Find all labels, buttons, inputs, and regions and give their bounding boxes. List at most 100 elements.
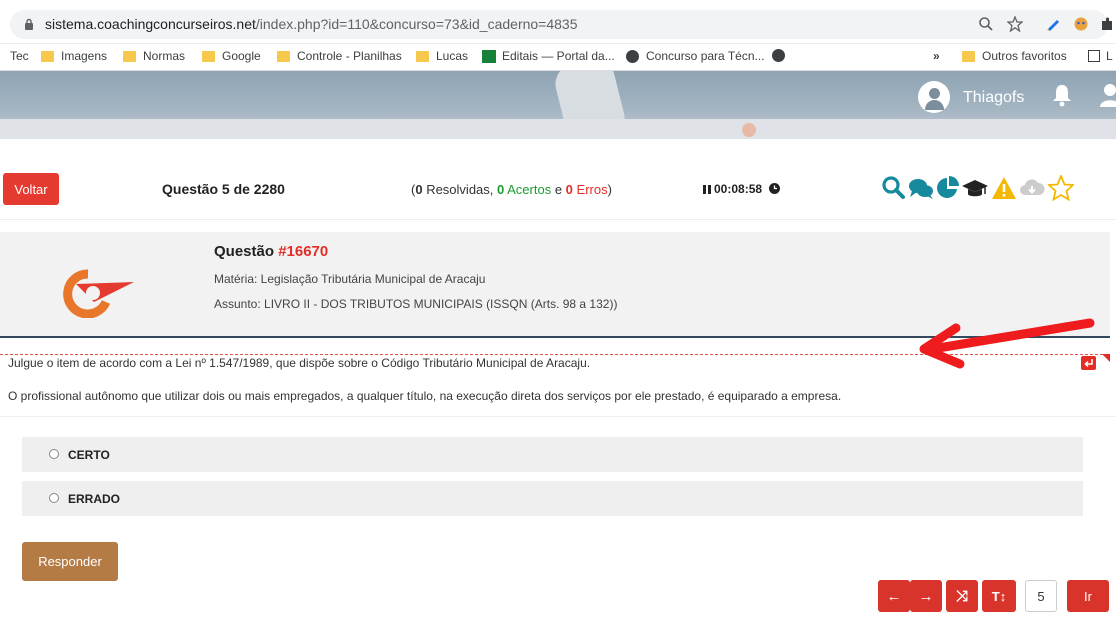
globe-icon	[772, 49, 785, 62]
folder-icon	[962, 50, 975, 62]
folder-icon	[416, 50, 429, 62]
pen-extension-icon[interactable]	[1045, 16, 1061, 32]
shuffle-button[interactable]: ⤨	[946, 580, 978, 612]
question-number: #16670	[278, 243, 329, 260]
red-arrow-annotation	[919, 318, 1095, 369]
bookmark-item[interactable]: Concurso para Técn...	[626, 49, 765, 63]
font-size-button[interactable]: T↕	[982, 580, 1016, 612]
avatar-head	[929, 88, 940, 99]
question-toolbar: Voltar Questão 5 de 2280 (0 Resolvidas, …	[0, 139, 1116, 220]
search-icon[interactable]	[881, 175, 907, 201]
bookmark-label: Lucas	[436, 49, 469, 63]
bell-icon[interactable]	[1051, 83, 1073, 107]
timer[interactable]: 00:08:58	[703, 182, 781, 196]
bookmark-item[interactable]: Tec	[10, 49, 29, 63]
browser-address-bar: sistema.coachingconcurseiros.net/index.p…	[0, 0, 1116, 44]
radio-button[interactable]	[49, 449, 59, 459]
bookmark-item[interactable]: Lucas	[416, 49, 468, 63]
bookmark-item[interactable]	[772, 49, 792, 62]
stats-paren: )	[607, 182, 612, 197]
bookmark-label: Concurso para Técn...	[646, 49, 765, 63]
error-label: Erros	[572, 182, 608, 197]
back-button[interactable]: Voltar	[3, 173, 59, 205]
user-icon[interactable]	[1100, 83, 1116, 107]
editais-icon	[482, 49, 496, 63]
question-topic: Assunto: LIVRO II - DOS TRIBUTOS MUNICIP…	[214, 297, 618, 311]
bookmark-star-icon[interactable]	[1007, 16, 1023, 32]
header-decoration	[742, 123, 756, 137]
logo	[63, 269, 134, 318]
bookmark-label: Tec	[10, 49, 29, 63]
timer-value: 00:08:58	[714, 182, 763, 196]
question-counter: Questão 5 de 2280	[162, 181, 285, 197]
url-field[interactable]: sistema.coachingconcurseiros.net/index.p…	[10, 10, 1112, 39]
bookmark-item[interactable]: Google	[202, 49, 261, 63]
url-text: sistema.coachingconcurseiros.net/index.p…	[45, 16, 578, 32]
option-errado[interactable]: ERRADO	[22, 481, 1083, 516]
question-subject: Matéria: Legislação Tributária Municipal…	[214, 272, 486, 286]
radio-button[interactable]	[49, 493, 59, 503]
resolved-label: Resolvidas,	[422, 182, 497, 197]
other-favorites[interactable]: Outros favoritos	[962, 49, 1067, 63]
graduation-cap-icon[interactable]	[962, 175, 988, 201]
folder-icon	[123, 50, 136, 62]
bookmark-item[interactable]: Editais — Portal da...	[482, 49, 615, 63]
bookmark-label: Google	[222, 49, 261, 63]
error-count: 0	[565, 182, 573, 197]
zoom-icon[interactable]	[978, 16, 994, 32]
question-statement: Julgue o item de acordo com a Lei nº 1.5…	[8, 356, 591, 370]
folder-icon	[202, 50, 215, 62]
question-title-prefix: Questão	[214, 243, 279, 260]
avatar[interactable]	[918, 81, 950, 113]
resolved-count: 0	[415, 182, 423, 197]
divider	[0, 416, 1116, 417]
comments-icon[interactable]	[908, 175, 934, 201]
bookmark-item[interactable]: Normas	[123, 49, 185, 63]
extension-face-icon[interactable]	[1073, 16, 1089, 32]
clock-icon	[769, 183, 781, 194]
bookmark-item[interactable]: Controle - Planilhas	[277, 49, 402, 63]
option-label: ERRADO	[68, 492, 121, 506]
url-path: /index.php?id=110&concurso=73&id_caderno…	[255, 16, 578, 32]
question-body: O profissional autônomo que utilizar doi…	[8, 389, 842, 403]
tool-icons	[881, 175, 1081, 203]
overflow-label: »	[933, 49, 940, 63]
warning-icon[interactable]	[991, 175, 1017, 201]
reading-list[interactable]: L	[1088, 49, 1113, 63]
header-decoration	[0, 119, 1116, 139]
bookmarks-overflow[interactable]: »	[933, 49, 940, 63]
star-icon[interactable]	[1048, 175, 1074, 201]
username[interactable]: Thiagofs	[963, 89, 1024, 107]
folder-icon	[41, 50, 54, 62]
bookmarks-bar: Tec Imagens Normas Google Controle - Pla…	[0, 44, 1116, 71]
other-favorites-label: Outros favoritos	[982, 49, 1067, 63]
corner-marker	[1102, 354, 1110, 362]
bookmark-item[interactable]: Imagens	[41, 49, 107, 63]
respond-button[interactable]: Responder	[22, 542, 118, 581]
previous-button[interactable]: ←	[878, 580, 910, 612]
avatar-body	[925, 100, 944, 110]
option-label: CERTO	[68, 448, 110, 462]
site-header: Thiagofs	[0, 71, 1116, 139]
bookmark-label: Imagens	[61, 49, 108, 63]
lock-icon	[25, 18, 33, 30]
reading-list-icon	[1088, 50, 1100, 62]
url-host: sistema.coachingconcurseiros.net	[45, 16, 256, 32]
stats-and: e	[551, 182, 566, 197]
go-button[interactable]: Ir	[1067, 580, 1109, 612]
next-button[interactable]: →	[910, 580, 942, 612]
bookmark-label: Controle - Planilhas	[297, 49, 402, 63]
folder-icon	[277, 50, 290, 62]
reading-list-label: L	[1106, 49, 1113, 63]
option-certo[interactable]: CERTO	[22, 437, 1083, 472]
extensions-puzzle-icon[interactable]	[1100, 16, 1114, 32]
page-number-input[interactable]	[1025, 580, 1057, 612]
question-title: Questão #16670	[214, 243, 328, 260]
bookmark-label: Editais — Portal da...	[502, 49, 615, 63]
statistics-icon[interactable]	[935, 175, 961, 201]
stats-summary: (0 Resolvidas, 0 Acertos e 0 Erros)	[411, 182, 612, 197]
correct-label: Acertos	[504, 182, 552, 197]
cloud-download-icon[interactable]	[1019, 175, 1045, 201]
pause-icon[interactable]	[703, 185, 711, 194]
globe-icon	[626, 49, 639, 63]
